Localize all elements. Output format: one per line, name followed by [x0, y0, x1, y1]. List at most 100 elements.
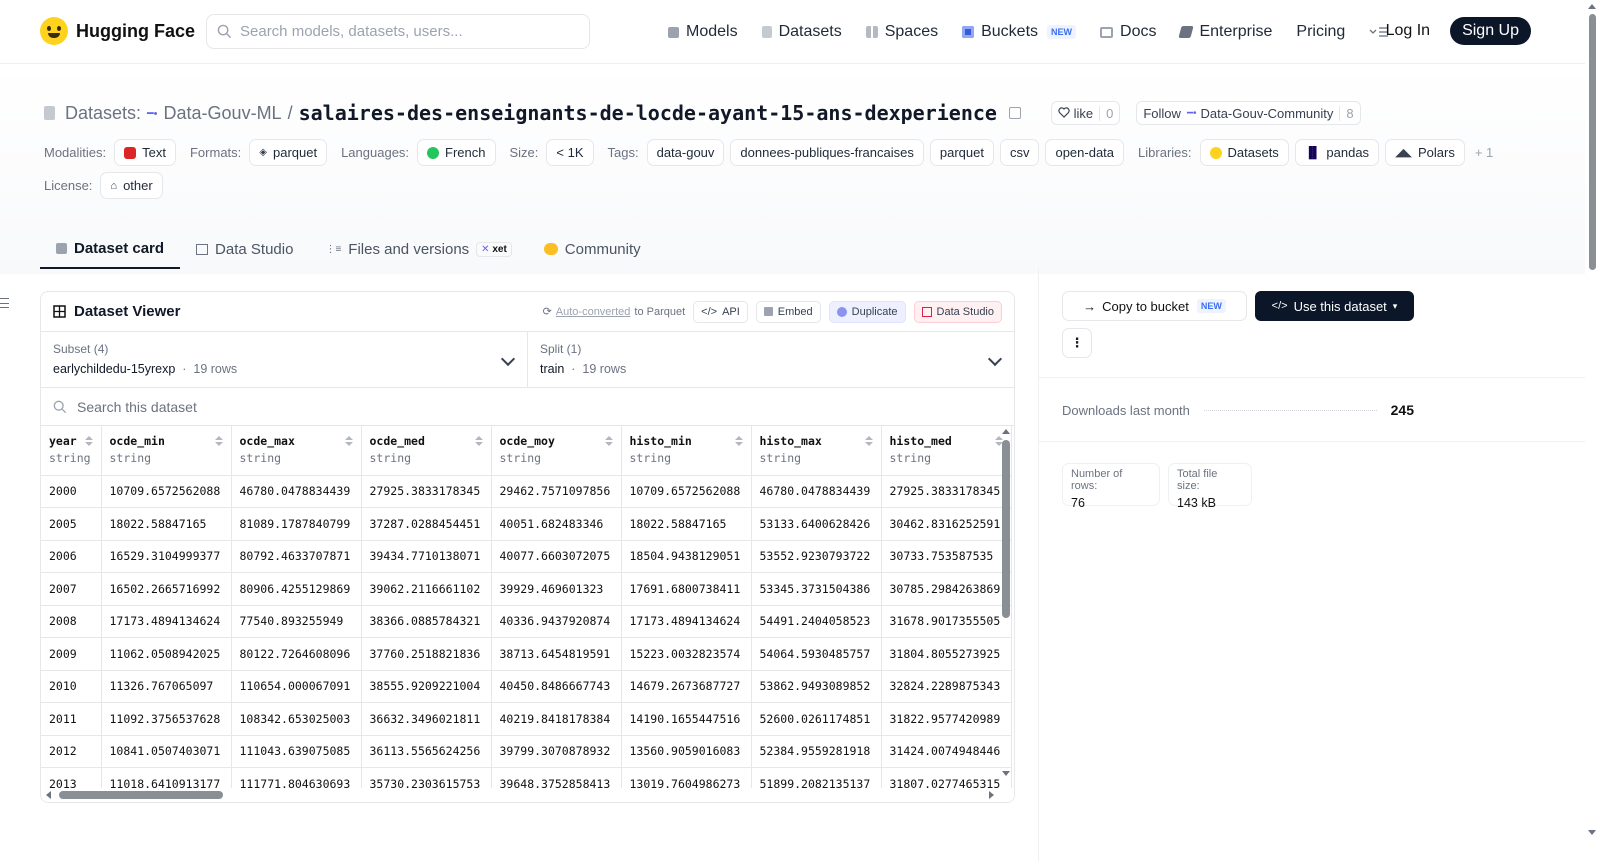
tab-community[interactable]: Community: [528, 229, 657, 269]
column-header[interactable]: ocde_moy string: [491, 426, 622, 476]
nav-spaces-link[interactable]: Spaces: [865, 20, 938, 44]
column-header[interactable]: histo_max string: [751, 426, 882, 476]
library-polars-tag[interactable]: ◢◣ Polars: [1385, 139, 1465, 166]
horizontal-scrollbar[interactable]: [41, 788, 1014, 802]
table-row[interactable]: 2011 11092.3756537628 108342.653025003 3663…: [41, 702, 1012, 736]
size-tag[interactable]: < 1K: [546, 139, 594, 166]
column-header[interactable]: ocde_min string: [101, 426, 232, 476]
table-row[interactable]: 2005 18022.58847165 81089.1787840799 37287.…: [41, 507, 1012, 541]
tag-chip[interactable]: csv: [999, 139, 1040, 166]
table-row[interactable]: 2012 10841.0507403071 111043.639075085 3611…: [41, 735, 1012, 768]
scroll-up-icon[interactable]: [1588, 4, 1596, 9]
libraries-more[interactable]: + 1: [1475, 145, 1493, 160]
tab-files-and-versions[interactable]: ⋮≡ Files and versions ✕ xet: [309, 229, 527, 269]
duplicate-icon: [836, 306, 847, 317]
nav-pricing-link[interactable]: Pricing: [1296, 20, 1345, 44]
library-datasets-tag[interactable]: Datasets: [1199, 139, 1289, 166]
login-button[interactable]: Log In: [1380, 18, 1436, 44]
table-cell: 10709.6572562088: [621, 475, 752, 508]
size-label: Size:: [509, 145, 539, 160]
scroll-thumb[interactable]: [1002, 440, 1010, 618]
tag-chip[interactable]: donnees-publiques-francaises: [730, 139, 924, 166]
org-icon: ━•: [1186, 107, 1197, 119]
more-options-button[interactable]: ⋮: [1062, 328, 1092, 358]
scroll-left-icon[interactable]: [46, 791, 51, 799]
signup-button[interactable]: Sign Up: [1450, 17, 1531, 45]
table-row[interactable]: 2000 10709.6572562088 46780.0478834439 2792…: [41, 475, 1012, 508]
scroll-down-icon[interactable]: [1588, 830, 1596, 835]
copy-icon[interactable]: [1008, 107, 1021, 119]
scroll-up-icon[interactable]: [1002, 429, 1010, 434]
modality-tag[interactable]: Text: [114, 139, 176, 166]
global-search-input[interactable]: [240, 23, 570, 40]
new-badge: NEW: [1047, 25, 1077, 39]
tag-chip[interactable]: parquet: [929, 139, 994, 166]
sort-icon[interactable]: [734, 436, 743, 446]
embed-button[interactable]: Embed: [755, 300, 821, 323]
side-menu-icon[interactable]: [0, 298, 9, 308]
nav-docs-link[interactable]: Docs: [1100, 20, 1156, 44]
library-pandas-tag[interactable]: ▐▌ pandas: [1294, 139, 1380, 166]
breadcrumb-section[interactable]: Datasets:: [65, 103, 141, 124]
sort-icon[interactable]: [344, 436, 353, 446]
table-row[interactable]: 2007 16502.2665716992 80906.4255129869 3906…: [41, 572, 1012, 606]
library-label: Polars: [1417, 145, 1455, 160]
table-row[interactable]: 2009 11062.0508942025 80122.7264608096 3776…: [41, 637, 1012, 671]
column-name: ocde_min: [109, 434, 165, 448]
org-icon: ━•: [147, 107, 158, 120]
use-this-dataset-button[interactable]: </> Use this dataset ▾: [1255, 291, 1414, 321]
table-row[interactable]: 2008 17173.4894134624 77540.893255949 38366…: [41, 605, 1012, 638]
copy-to-bucket-button[interactable]: → Copy to bucket NEW: [1062, 291, 1247, 321]
follow-button[interactable]: Follow ━• Data-Gouv-Community 8: [1136, 101, 1361, 125]
nav-models-link[interactable]: Models: [668, 20, 738, 44]
repo-name[interactable]: salaires-des-enseignants-de-locde-ayant-…: [299, 101, 997, 125]
tab-data-studio[interactable]: Data Studio: [180, 229, 309, 269]
like-button[interactable]: like 0: [1050, 101, 1121, 125]
breadcrumb-org[interactable]: Data-Gouv-ML: [164, 103, 282, 124]
tag-chip[interactable]: open-data: [1045, 139, 1125, 166]
dataset-search[interactable]: [41, 388, 1014, 426]
language-tag[interactable]: French: [417, 139, 496, 166]
subset-select[interactable]: Subset (4) earlychildedu-15yrexp · 19 ro…: [41, 332, 527, 387]
sort-icon[interactable]: [214, 436, 223, 446]
column-header[interactable]: ocde_med string: [361, 426, 492, 476]
license-tag[interactable]: ⌂ other: [100, 172, 163, 199]
table-cell: 27925.3833178345: [361, 475, 492, 508]
viewer-actions: ⟳ Auto-converted to Parquet </> API Embed D…: [542, 300, 1002, 323]
column-header[interactable]: year string: [41, 426, 102, 476]
vertical-scrollbar[interactable]: [1002, 426, 1011, 778]
duplicate-button[interactable]: Duplicate: [828, 300, 906, 323]
auto-converted-link[interactable]: Auto-converted: [556, 306, 631, 318]
data-studio-button[interactable]: Data Studio: [913, 300, 1002, 323]
nav-datasets-link[interactable]: Datasets: [761, 20, 842, 44]
cube-icon: [668, 26, 679, 38]
split-select[interactable]: Split (1) train · 19 rows: [527, 332, 1014, 387]
tag-chip[interactable]: data-gouv: [646, 139, 725, 166]
sort-icon[interactable]: [864, 436, 873, 446]
sort-icon[interactable]: [84, 436, 93, 446]
sort-icon[interactable]: [474, 436, 483, 446]
sort-icon[interactable]: [604, 436, 613, 446]
scroll-down-icon[interactable]: [1002, 771, 1010, 776]
scroll-thumb[interactable]: [1589, 14, 1596, 270]
page-scrollbar[interactable]: [1585, 0, 1600, 861]
api-button[interactable]: </> API: [693, 300, 748, 323]
column-header[interactable]: histo_min string: [621, 426, 752, 476]
format-tag[interactable]: ◈ parquet: [249, 139, 328, 166]
table-cell: 110654.000067091: [231, 670, 362, 703]
column-header[interactable]: histo_med string: [881, 426, 1012, 476]
nav-buckets-link[interactable]: Buckets NEW: [962, 20, 1077, 44]
global-search[interactable]: [206, 14, 590, 49]
scroll-thumb[interactable]: [59, 791, 223, 799]
logo-link[interactable]: Hugging Face: [40, 17, 195, 45]
refresh-icon: ⟳: [542, 306, 552, 318]
nav-enterprise-link[interactable]: Enterprise: [1178, 20, 1272, 44]
dataset-search-input[interactable]: [77, 398, 677, 415]
table-row[interactable]: 2010 11326.767065097 110654.000067091 38555…: [41, 670, 1012, 703]
table-cell: 18022.58847165: [621, 507, 752, 541]
scroll-right-icon[interactable]: [989, 791, 994, 799]
column-header[interactable]: ocde_max string: [231, 426, 362, 476]
table-row[interactable]: 2006 16529.3104999377 80792.4633707871 3943…: [41, 540, 1012, 573]
table-cell: 80792.4633707871: [231, 540, 362, 573]
tab-dataset-card[interactable]: Dataset card: [40, 229, 181, 269]
